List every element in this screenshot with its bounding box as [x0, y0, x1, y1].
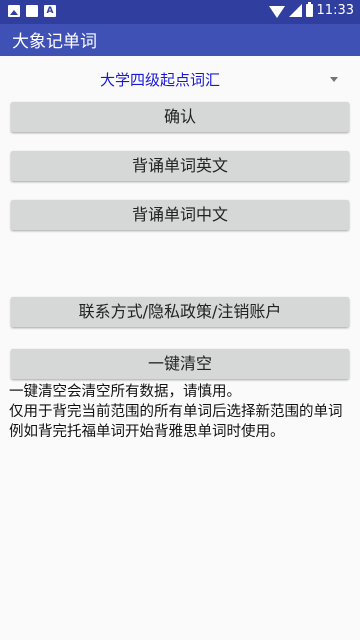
recite-chinese-button[interactable]: 背诵单词中文 [11, 200, 349, 230]
contact-privacy-button[interactable]: 联系方式/隐私政策/注销账户 [11, 297, 349, 327]
spinner-selected-value: 大学四级起点词汇 [99, 71, 220, 89]
square-icon [26, 5, 38, 17]
clear-all-button[interactable]: 一键清空 [11, 349, 349, 379]
clear-info-text: 一键清空会清空所有数据，请慎用。 仅用于背完当前范围的所有单词后选择新范围的单词… [9, 382, 354, 442]
a-box-icon: A [44, 5, 56, 17]
info-line-1: 一键清空会清空所有数据，请慎用。 [9, 384, 241, 400]
info-line-2: 仅用于背完当前范围的所有单词后选择新范围的单词例如背完托福单词开始背雅思单词时使… [9, 404, 343, 440]
dropdown-arrow-icon [330, 77, 338, 82]
vocabulary-range-spinner[interactable]: 大学四级起点词汇 [0, 66, 360, 94]
app-title: 大象记单词 [12, 32, 97, 52]
battery-icon [305, 2, 313, 17]
app-bar: 大象记单词 [0, 24, 360, 56]
confirm-button[interactable]: 确认 [11, 102, 349, 132]
status-bar: A 11:33 [0, 0, 360, 24]
status-time: 11:33 [316, 3, 354, 18]
photo-icon [8, 5, 20, 17]
recite-english-button[interactable]: 背诵单词英文 [11, 151, 349, 181]
wifi-icon [268, 5, 285, 18]
signal-icon [288, 4, 302, 17]
